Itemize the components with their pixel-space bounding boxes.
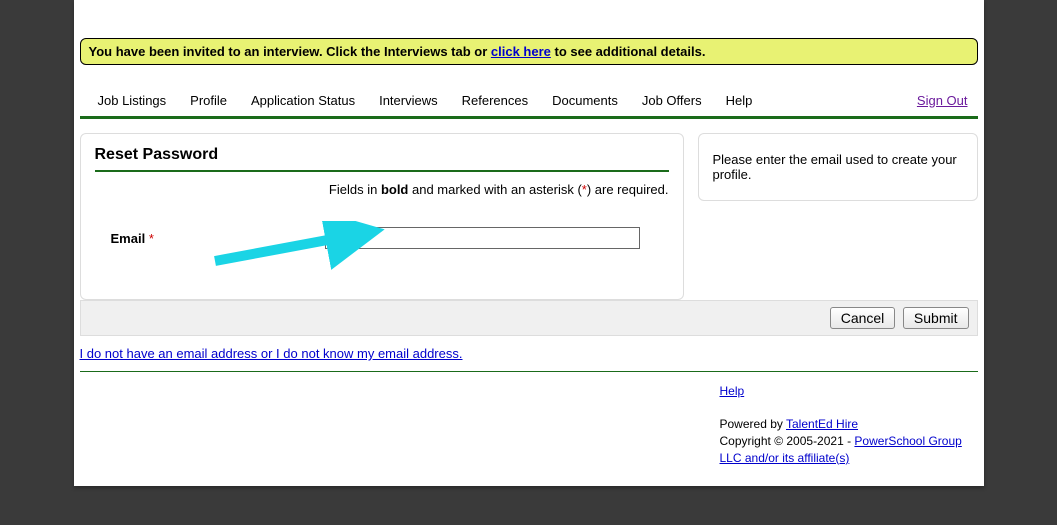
powered-by-text: Powered by	[720, 417, 787, 431]
divider	[80, 371, 978, 372]
main-card: Reset Password Fields in bold and marked…	[80, 133, 684, 300]
email-field[interactable]	[325, 227, 640, 249]
hint-mid: and marked with an asterisk (	[408, 182, 581, 197]
footer-help-link[interactable]: Help	[720, 384, 745, 398]
notice-click-here-link[interactable]: click here	[491, 44, 551, 59]
tab-nav: Job Listings Profile Application Status …	[80, 85, 978, 119]
hint-bold: bold	[381, 182, 408, 197]
content-row: Reset Password Fields in bold and marked…	[74, 119, 984, 300]
email-row: Email *	[95, 227, 669, 279]
email-asterisk: *	[149, 231, 154, 246]
required-hint: Fields in bold and marked with an asteri…	[95, 178, 669, 227]
email-label: Email	[111, 231, 146, 246]
tab-references[interactable]: References	[450, 85, 540, 116]
side-card: Please enter the email used to create yo…	[698, 133, 978, 201]
top-spacer	[74, 0, 984, 38]
tab-help[interactable]: Help	[714, 85, 765, 116]
email-label-col: Email *	[95, 231, 325, 246]
notice-text-prefix: You have been invited to an interview. C…	[89, 44, 491, 59]
submit-button[interactable]: Submit	[903, 307, 969, 329]
copyright-text: Copyright © 2005-2021 -	[720, 434, 855, 448]
tab-job-offers[interactable]: Job Offers	[630, 85, 714, 116]
hint-prefix: Fields in	[329, 182, 381, 197]
notice-text-suffix: to see additional details.	[551, 44, 706, 59]
sign-out-link[interactable]: Sign Out	[917, 93, 972, 108]
page-container: You have been invited to an interview. C…	[74, 0, 984, 486]
page-title: Reset Password	[95, 146, 669, 172]
interview-notice: You have been invited to an interview. C…	[80, 38, 978, 65]
footer: Help Powered by TalentEd Hire Copyright …	[74, 384, 984, 486]
sidebar-text: Please enter the email used to create yo…	[713, 152, 957, 182]
tab-interviews[interactable]: Interviews	[367, 85, 450, 116]
button-bar: Cancel Submit	[80, 300, 978, 336]
hint-suffix: ) are required.	[587, 182, 669, 197]
tab-documents[interactable]: Documents	[540, 85, 630, 116]
tab-application-status[interactable]: Application Status	[239, 85, 367, 116]
tab-job-listings[interactable]: Job Listings	[86, 85, 179, 116]
cancel-button[interactable]: Cancel	[830, 307, 896, 329]
powered-by-link[interactable]: TalentEd Hire	[786, 417, 858, 431]
email-input-col	[325, 227, 640, 249]
tab-profile[interactable]: Profile	[178, 85, 239, 116]
footer-info: Powered by TalentEd Hire Copyright © 200…	[720, 416, 978, 466]
no-email-link[interactable]: I do not have an email address or I do n…	[80, 346, 978, 361]
